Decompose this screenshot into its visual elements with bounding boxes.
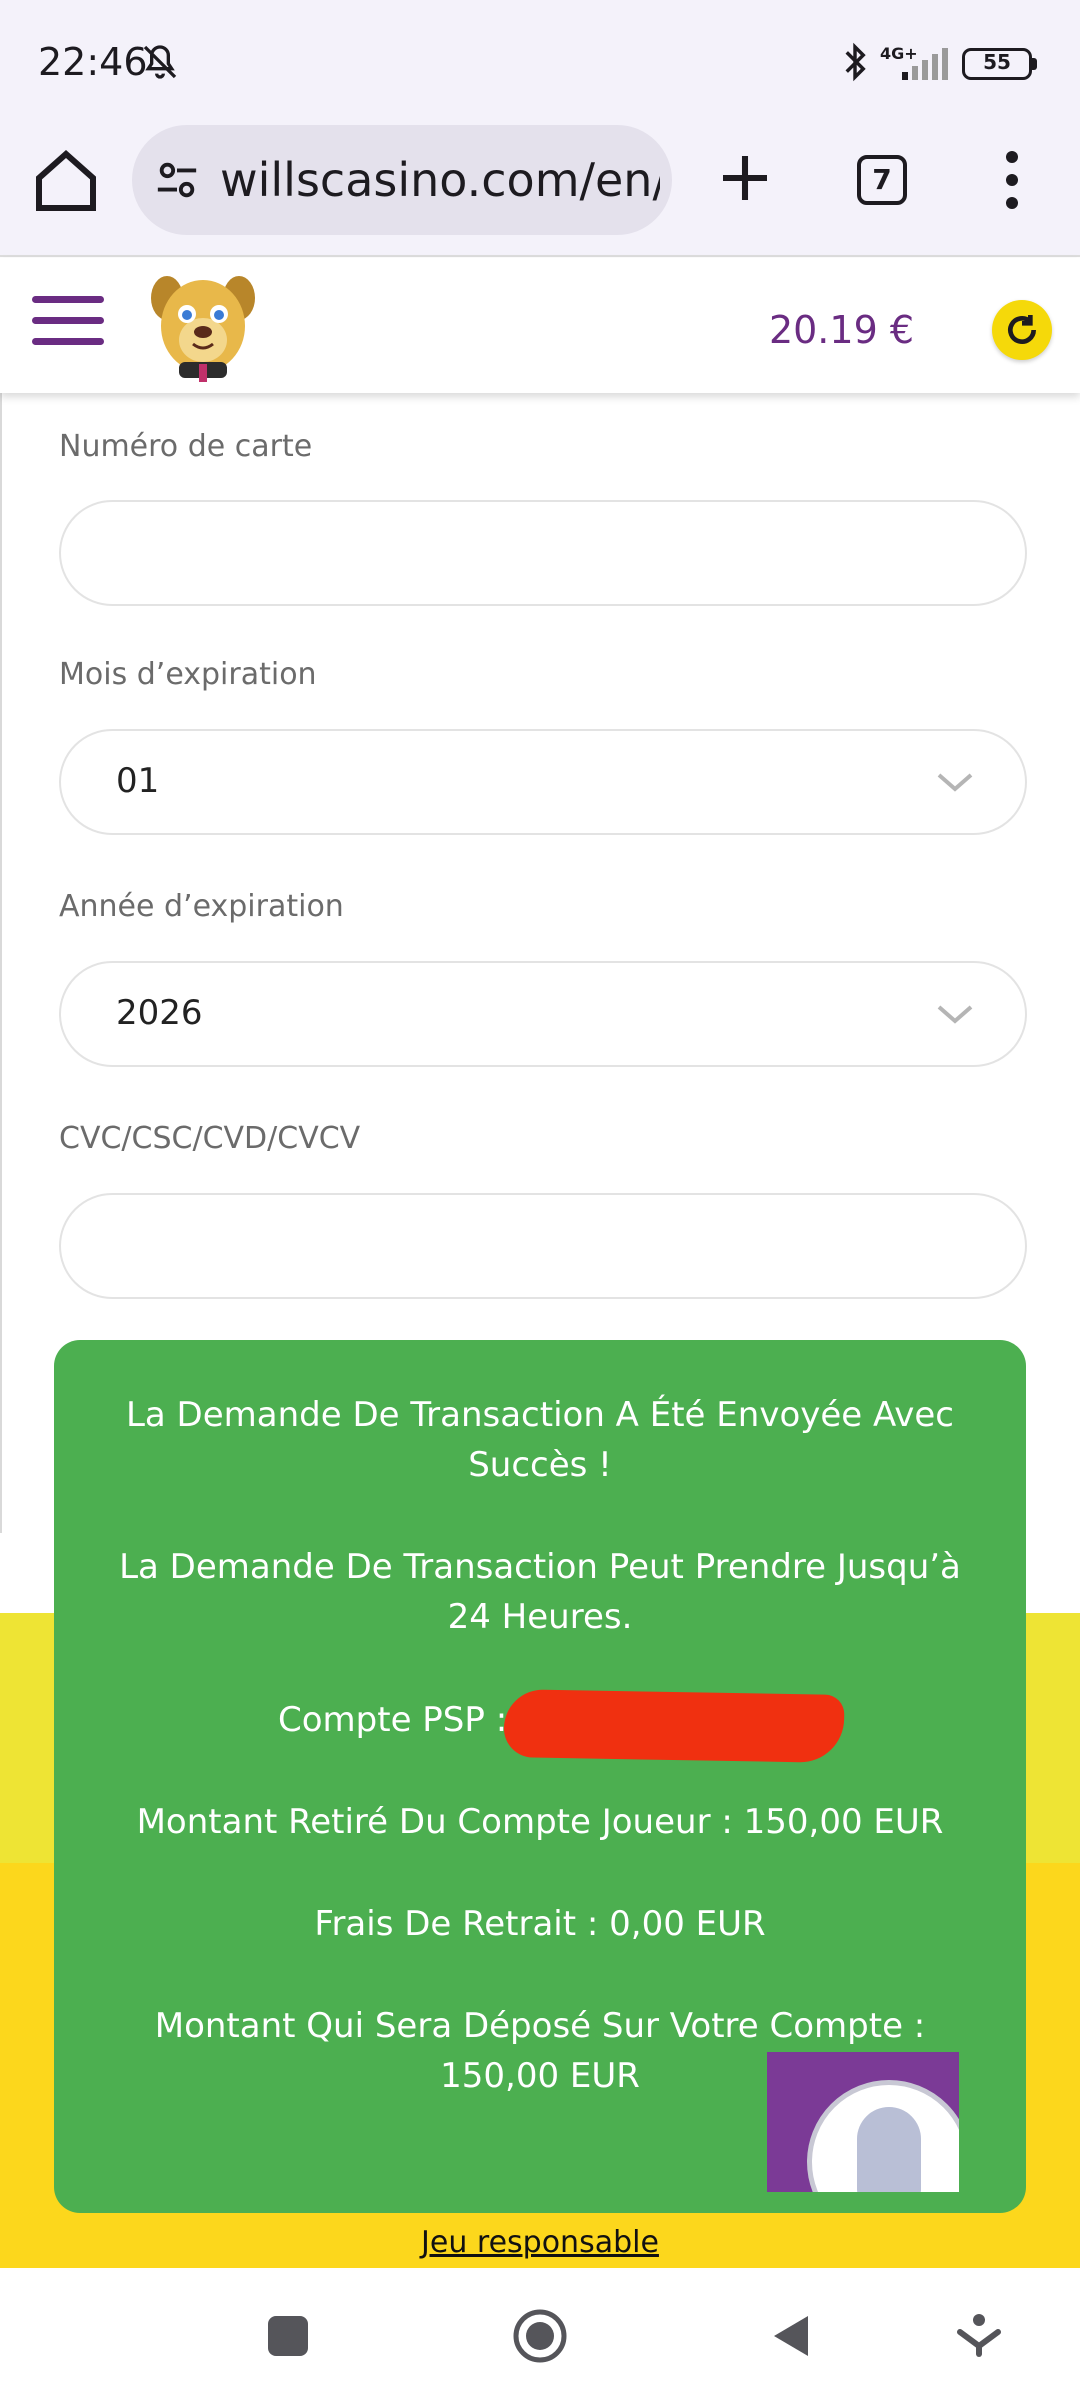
withdrawal-fees: Frais De Retrait : 0,00 EUR (314, 1904, 766, 1944)
expiry-month-value: 01 (116, 761, 160, 801)
card-number-input[interactable] (59, 500, 1027, 606)
avatar (807, 2080, 959, 2192)
back-icon[interactable] (768, 2312, 812, 2360)
expiry-month-label: Mois d’expiration (59, 657, 317, 692)
accessibility-icon[interactable] (956, 2312, 1002, 2358)
card-number-label: Numéro de carte (59, 429, 313, 464)
success-message: La Demande De Transaction A Été Envoyée … (125, 1395, 955, 1485)
signal-icon (902, 48, 948, 80)
refresh-icon (1008, 315, 1036, 344)
more-vert-icon[interactable] (992, 147, 1032, 213)
url-text: willscasino.com/en/c (220, 153, 660, 207)
battery-tip (1032, 58, 1037, 70)
site-header: 20.19 € (0, 258, 1080, 393)
responsible-gaming-link[interactable]: Jeu responsable (0, 2225, 1080, 2260)
expiry-year-value: 2026 (116, 993, 203, 1033)
withdrawn-amount: Montant Retiré Du Compte Joueur : 150,00… (136, 1802, 944, 1842)
expiry-year-label: Année d’expiration (59, 889, 344, 924)
balance-amount: 20.19 € (768, 308, 914, 352)
bell-off-icon (143, 45, 177, 79)
hamburger-icon[interactable] (32, 296, 104, 350)
chat-support-widget[interactable] (767, 2052, 959, 2192)
battery-level: 55 (983, 50, 1011, 74)
site-settings-icon[interactable] (154, 157, 200, 203)
dog-logo[interactable] (145, 268, 261, 384)
chevron-down-icon (937, 1005, 973, 1024)
home-icon[interactable] (30, 145, 102, 217)
cvc-label: CVC/CSC/CVD/CVCV (59, 1121, 361, 1156)
redaction-mark (503, 1689, 845, 1763)
new-tab-plus-icon[interactable] (712, 145, 778, 211)
system-nav-bar (0, 2268, 1080, 2400)
tab-switcher-button[interactable]: 7 (857, 155, 907, 205)
person-silhouette-icon (857, 2107, 921, 2192)
expiry-year-select[interactable]: 2026 (59, 961, 1027, 1067)
browser-toolbar: willscasino.com/en/c 7 (0, 125, 1080, 257)
refresh-balance-button[interactable] (992, 300, 1052, 360)
expiry-month-select[interactable]: 01 (59, 729, 1027, 835)
home-nav-icon[interactable] (512, 2308, 568, 2364)
bluetooth-icon (845, 42, 866, 82)
url-bar[interactable]: willscasino.com/en/c (132, 125, 672, 235)
transaction-success-popup: La Demande De Transaction A Été Envoyée … (54, 1340, 1026, 2213)
status-bar: 22:46 4G+ 55 (0, 0, 1080, 125)
processing-time-message: La Demande De Transaction Peut Prendre J… (119, 1547, 961, 1637)
chevron-down-icon (937, 773, 973, 792)
recents-icon[interactable] (268, 2316, 308, 2356)
status-time: 22:46 (38, 40, 148, 84)
cvc-input[interactable] (59, 1193, 1027, 1299)
